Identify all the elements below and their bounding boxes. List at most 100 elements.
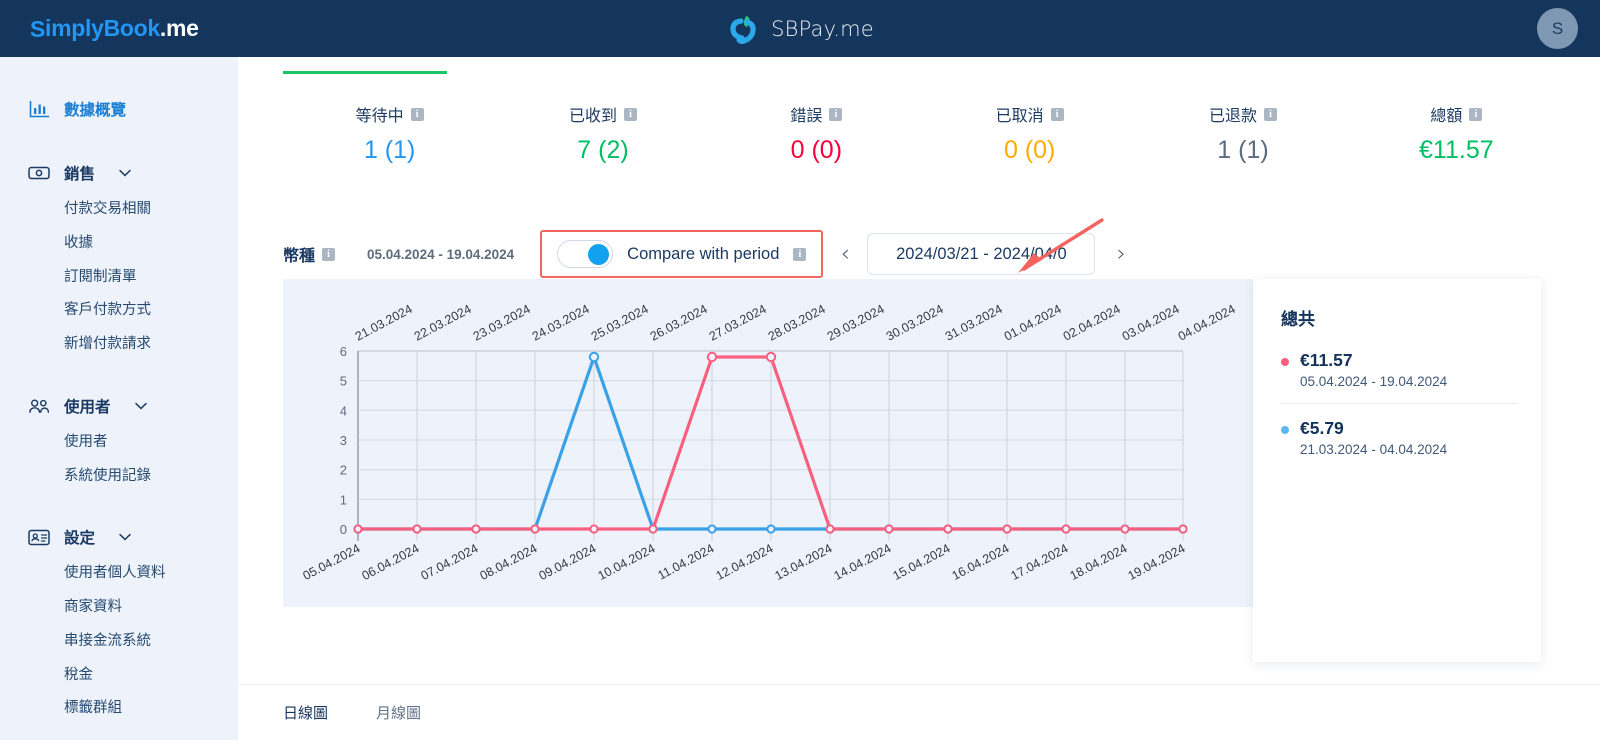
sidebar-subitem-tag-groups[interactable]: 標籤群組 <box>0 692 238 726</box>
sidebar-subitem-activity-log[interactable]: 系統使用記錄 <box>0 460 238 494</box>
legend-item-comparison[interactable]: €5.79 21.03.2024 - 04.04.2024 <box>1281 403 1517 471</box>
sidebar-item-overview[interactable]: 數據概覽 <box>0 89 238 129</box>
sidebar-group-sales: 銷售 付款交易相關 收據 訂閱制清單 客戶付款方式 新增付款請求 <box>0 153 238 362</box>
svg-text:3: 3 <box>340 433 347 448</box>
svg-text:24.03.2024: 24.03.2024 <box>530 302 592 344</box>
svg-text:25.03.2024: 25.03.2024 <box>589 302 651 344</box>
kpi-cancelled: 已取消 i 0 (0) <box>923 102 1136 165</box>
kpi-label-refunded: 已退款 i <box>1136 102 1349 126</box>
info-icon[interactable]: i <box>1050 107 1064 121</box>
kpi-received: 已收到 i 7 (2) <box>496 102 709 165</box>
active-tab-underline <box>283 71 447 74</box>
kpi-value-error: 0 (0) <box>790 136 843 164</box>
sidebar-subitem-new-payment-request[interactable]: 新增付款請求 <box>0 328 238 362</box>
sidebar-subitem-receipts[interactable]: 收據 <box>0 227 238 261</box>
user-avatar[interactable]: S <box>1537 8 1578 49</box>
info-icon[interactable]: i <box>1469 107 1483 121</box>
sidebar-subitem-taxes[interactable]: 稅金 <box>0 659 238 693</box>
svg-text:12.04.2024: 12.04.2024 <box>714 541 776 583</box>
info-icon[interactable]: i <box>624 107 637 121</box>
svg-text:4: 4 <box>340 403 347 418</box>
sidebar-group-users: 使用者 使用者 系統使用記錄 <box>0 386 238 494</box>
toggle-knob <box>588 244 610 265</box>
info-icon[interactable]: i <box>829 107 843 121</box>
top-header-bar: SimplyBook .me SBPay.me S <box>0 0 1600 57</box>
previous-period-button[interactable]: ‹ <box>831 241 859 267</box>
chart-bars-icon <box>28 98 50 120</box>
chevron-down-icon[interactable] <box>119 167 131 179</box>
chart-y-axis-labels: 6 5 4 3 2 1 0 <box>340 344 347 537</box>
info-icon[interactable]: i <box>322 247 336 261</box>
kpi-label-pending: 等待中 i <box>283 102 496 126</box>
legend-dot-current <box>1281 358 1289 366</box>
money-note-icon <box>28 162 50 184</box>
legend-range-current: 05.04.2024 - 19.04.2024 <box>1300 374 1448 389</box>
kpi-label-cancelled: 已取消 i <box>923 102 1136 126</box>
svg-text:27.03.2024: 27.03.2024 <box>707 302 769 344</box>
kpi-label-received: 已收到 i <box>496 102 709 126</box>
chart-gridlines <box>357 350 1184 541</box>
currency-label: 幣種 <box>283 248 316 265</box>
logo-main-text: implyBook <box>45 15 160 41</box>
svg-text:01.04.2024: 01.04.2024 <box>1002 302 1064 344</box>
tab-daily-chart[interactable]: 日線圖 <box>283 702 328 723</box>
kpi-text-received: 已收到 <box>568 108 617 125</box>
current-period-text: 05.04.2024 - 19.04.2024 <box>367 246 515 262</box>
kpi-text-total: 總額 <box>1430 108 1463 125</box>
sidebar-item-sales[interactable]: 銷售 <box>0 153 238 193</box>
chevron-down-icon[interactable] <box>134 400 147 412</box>
sidebar-subitem-payments[interactable]: 付款交易相關 <box>0 193 238 227</box>
sidebar-subitem-payment-processors[interactable]: 串接金流系統 <box>0 625 238 659</box>
kpi-label-error: 錯誤 i <box>710 102 923 126</box>
compare-toggle[interactable] <box>557 240 614 268</box>
chart-filter-bar: 幣種 i 05.04.2024 - 19.04.2024 Compare wit… <box>283 229 1135 279</box>
avatar-initial: S <box>1551 18 1564 38</box>
kpi-pending: 等待中 i 1 (1) <box>283 102 496 165</box>
legend-amount-current: €11.57 <box>1300 350 1353 370</box>
svg-text:19.04.2024: 19.04.2024 <box>1126 541 1188 583</box>
currency-filter[interactable]: 幣種 i <box>283 242 336 266</box>
tab-monthly-chart[interactable]: 月線圖 <box>376 702 421 723</box>
sidebar-subitem-company-profile[interactable]: 商家資料 <box>0 591 238 625</box>
sidebar-item-users[interactable]: 使用者 <box>0 386 238 426</box>
legend-item-current[interactable]: €11.57 05.04.2024 - 19.04.2024 <box>1281 344 1517 403</box>
sidebar-item-settings[interactable]: 設定 <box>0 517 238 557</box>
svg-text:29.03.2024: 29.03.2024 <box>825 302 887 344</box>
logo-me-text: .me <box>159 15 199 41</box>
kpi-text-pending: 等待中 <box>355 108 404 125</box>
info-icon[interactable]: i <box>793 247 807 261</box>
sidebar-nav: 數據概覽 銷售 付款交易相關 收據 訂閱制清單 客戶付款方式 新增付款請求 使用… <box>0 57 238 740</box>
sidebar-subitem-subscriptions[interactable]: 訂閱制清單 <box>0 261 238 295</box>
legend-dot-comparison <box>1281 426 1289 434</box>
kpi-value-received: 7 (2) <box>577 136 629 164</box>
compare-with-period-control[interactable]: Compare with period i <box>540 230 824 278</box>
chevron-down-icon[interactable] <box>119 531 131 543</box>
svg-text:21.03.2024: 21.03.2024 <box>353 302 415 344</box>
sidebar-subitem-user-profile[interactable]: 使用者個人資料 <box>0 557 238 591</box>
simplybook-logo[interactable]: SimplyBook .me <box>0 15 238 42</box>
kpi-total: 總額 i €11.57 <box>1350 102 1563 165</box>
svg-text:5: 5 <box>340 374 347 389</box>
sbpay-title: SBPay.me <box>771 16 874 41</box>
svg-text:31.03.2024: 31.03.2024 <box>943 302 1005 344</box>
next-period-button[interactable]: › <box>1107 241 1135 267</box>
svg-text:26.03.2024: 26.03.2024 <box>648 302 710 344</box>
svg-text:6: 6 <box>340 344 347 359</box>
date-range-picker[interactable]: 2024/03/21 - 2024/04/0 <box>867 233 1096 275</box>
sidebar-subitem-customer-payment-methods[interactable]: 客戶付款方式 <box>0 294 238 328</box>
kpi-value-cancelled: 0 (0) <box>1003 136 1056 164</box>
chart-legend-panel: 總共 €11.57 05.04.2024 - 19.04.2024 €5.79 … <box>1253 279 1541 662</box>
sidebar-label-settings: 設定 <box>64 530 96 548</box>
info-icon[interactable]: i <box>1264 107 1277 121</box>
sidebar-subitem-users-list[interactable]: 使用者 <box>0 426 238 460</box>
svg-text:04.04.2024: 04.04.2024 <box>1176 302 1238 344</box>
compare-label: Compare with period <box>627 244 780 263</box>
svg-text:1: 1 <box>340 492 347 507</box>
sidebar-label-overview: 數據概覽 <box>64 102 127 119</box>
kpi-text-cancelled: 已取消 <box>995 108 1044 125</box>
info-icon[interactable]: i <box>410 107 424 121</box>
logo-s-mark: S <box>30 16 46 42</box>
svg-text:18.04.2024: 18.04.2024 <box>1068 541 1130 583</box>
